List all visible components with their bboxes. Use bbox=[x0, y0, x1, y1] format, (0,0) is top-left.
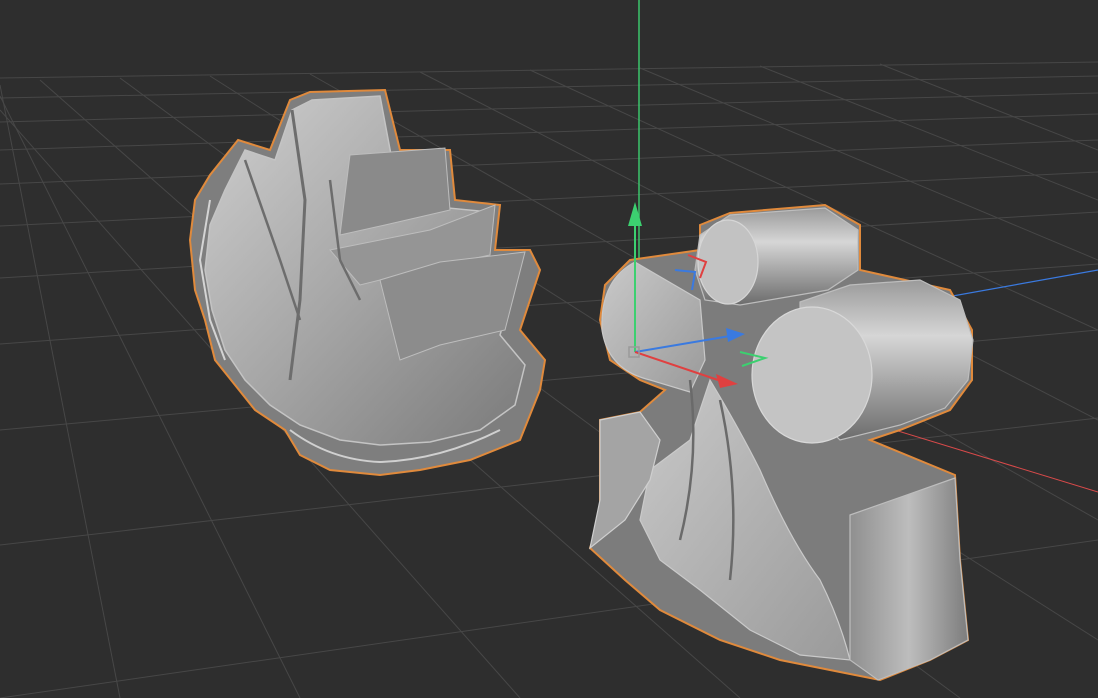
y-axis-arrow[interactable] bbox=[628, 202, 642, 226]
club-stem-side bbox=[849, 477, 969, 681]
club-object[interactable] bbox=[588, 203, 974, 682]
club-right-cylinder-cap bbox=[751, 306, 873, 444]
leaf-object[interactable] bbox=[188, 88, 547, 477]
3d-viewport[interactable] bbox=[0, 0, 1098, 698]
viewport-canvas[interactable] bbox=[0, 0, 1098, 698]
